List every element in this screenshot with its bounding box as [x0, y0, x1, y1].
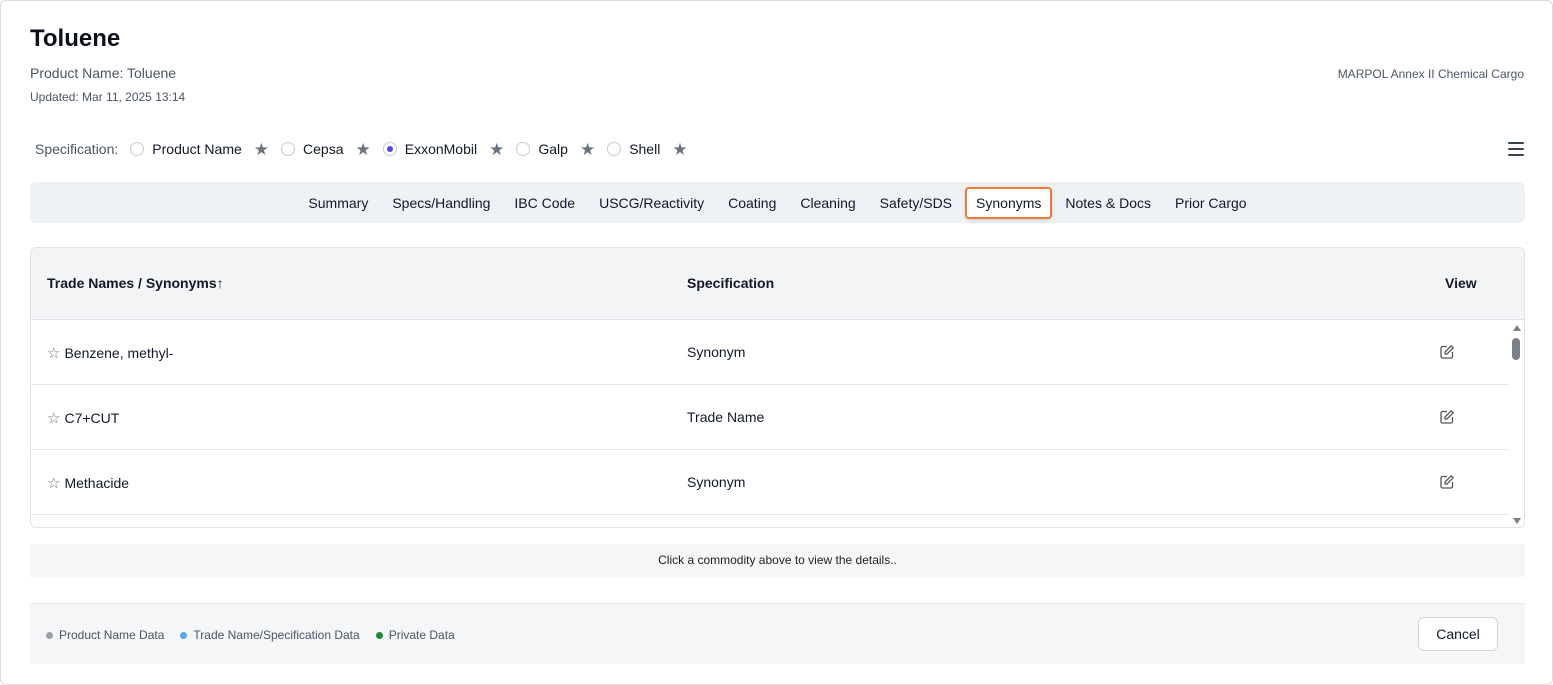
edit-icon[interactable] — [1439, 409, 1455, 425]
synonyms-table: Trade Names / Synonyms↑ Specification Vi… — [30, 247, 1525, 528]
star-outline-icon[interactable]: ☆ — [47, 345, 60, 362]
tab-prior-cargo[interactable]: Prior Cargo — [1164, 189, 1258, 217]
edit-icon[interactable] — [1439, 474, 1455, 490]
spec-option-label: Product Name — [152, 141, 242, 157]
scroll-up-arrow-icon[interactable] — [1513, 325, 1521, 331]
details-hint: Click a commodity above to view the deta… — [30, 544, 1525, 577]
product-name: Product Name: Toluene — [30, 65, 177, 81]
scroll-thumb[interactable] — [1512, 338, 1520, 360]
legend-label: Product Name Data — [59, 628, 165, 642]
legend-item-private: Private Data — [375, 628, 455, 642]
legend-label: Private Data — [388, 628, 455, 642]
row-name-cell: ☆ C7+CUT — [47, 409, 119, 427]
updated-timestamp: Updated: Mar 11, 2025 13:14 — [30, 90, 186, 104]
radio-cepsa[interactable] — [281, 142, 296, 156]
hamburger-menu-icon[interactable] — [1508, 142, 1524, 156]
legend-label: Trade Name/Specification Data — [193, 628, 360, 642]
table-row[interactable]: ☆ Benzene, methyl- Synonym — [31, 320, 1509, 385]
specification-selector: Specification: Product Name ★ Cepsa ★ Ex… — [35, 139, 700, 159]
spec-option-label: Galp — [538, 141, 568, 157]
spec-option-label: Cepsa — [303, 141, 344, 157]
radio-shell[interactable] — [607, 142, 622, 156]
spec-option-galp[interactable]: Galp ★ — [516, 141, 601, 158]
tab-coating[interactable]: Coating — [717, 189, 787, 217]
specification-label: Specification: — [35, 141, 119, 157]
tab-synonyms[interactable]: Synonyms — [965, 186, 1053, 219]
spec-option-product-name[interactable]: Product Name ★ — [130, 141, 275, 158]
footer: Product Name Data Trade Name/Specificati… — [30, 603, 1525, 664]
star-icon[interactable]: ★ — [355, 141, 370, 158]
legend-dot — [180, 631, 188, 639]
star-icon[interactable]: ★ — [489, 141, 504, 158]
row-specification: Trade Name — [687, 409, 765, 425]
legend-dot — [46, 631, 53, 639]
star-icon[interactable]: ★ — [254, 141, 269, 158]
table-header: Trade Names / Synonyms↑ Specification Vi… — [31, 248, 1524, 320]
legend-item-trade-name: Trade Name/Specification Data — [180, 628, 360, 642]
star-icon[interactable]: ★ — [672, 141, 687, 158]
star-outline-icon[interactable]: ☆ — [47, 410, 60, 427]
table-row[interactable]: ☆ C7+CUT Trade Name — [31, 385, 1509, 450]
tab-specs-handling[interactable]: Specs/Handling — [381, 189, 501, 217]
radio-product-name[interactable] — [130, 142, 145, 156]
spec-option-cepsa[interactable]: Cepsa ★ — [281, 141, 377, 158]
tab-notes-docs[interactable]: Notes & Docs — [1054, 189, 1162, 217]
cargo-category: MARPOL Annex II Chemical Cargo — [1337, 67, 1524, 81]
spec-option-label: Shell — [629, 141, 661, 157]
legend-dot — [375, 631, 383, 639]
edit-icon[interactable] — [1439, 344, 1455, 360]
table-row[interactable]: ☆ Methacide Synonym — [31, 450, 1509, 515]
cancel-button[interactable]: Cancel — [1418, 617, 1498, 651]
tab-uscg-reactivity[interactable]: USCG/Reactivity — [588, 189, 715, 217]
table-scrollbar[interactable] — [1510, 320, 1524, 526]
row-name: C7+CUT — [64, 410, 120, 426]
column-header-trade-names[interactable]: Trade Names / Synonyms↑ — [47, 275, 224, 291]
row-specification: Synonym — [687, 344, 746, 360]
star-outline-icon[interactable]: ☆ — [47, 475, 60, 492]
column-header-view: View — [1445, 275, 1477, 291]
spec-option-shell[interactable]: Shell ★ — [607, 141, 693, 158]
tab-ibc-code[interactable]: IBC Code — [503, 189, 586, 217]
tab-bar: Summary Specs/Handling IBC Code USCG/Rea… — [30, 182, 1525, 223]
legend: Product Name Data Trade Name/Specificati… — [46, 628, 471, 642]
page-title: Toluene — [30, 25, 121, 52]
legend-item-product-name: Product Name Data — [46, 628, 164, 642]
row-name-cell: ☆ Benzene, methyl- — [47, 344, 173, 362]
row-name-cell: ☆ Methacide — [47, 474, 129, 492]
row-specification: Synonym — [687, 474, 746, 490]
spec-option-exxonmobil[interactable]: ExxonMobil ★ — [382, 141, 511, 158]
scroll-down-arrow-icon[interactable] — [1513, 518, 1521, 524]
dialog: Toluene Product Name: Toluene Updated: M… — [0, 0, 1553, 685]
column-header-specification[interactable]: Specification — [687, 275, 774, 291]
radio-galp[interactable] — [516, 142, 531, 156]
radio-exxonmobil[interactable] — [382, 142, 397, 156]
tab-safety-sds[interactable]: Safety/SDS — [869, 189, 963, 217]
row-name: Methacide — [64, 475, 130, 491]
star-icon[interactable]: ★ — [580, 141, 595, 158]
row-name: Benzene, methyl- — [64, 345, 174, 361]
spec-option-label: ExxonMobil — [404, 141, 478, 157]
tab-cleaning[interactable]: Cleaning — [789, 189, 866, 217]
tab-summary[interactable]: Summary — [297, 189, 379, 217]
